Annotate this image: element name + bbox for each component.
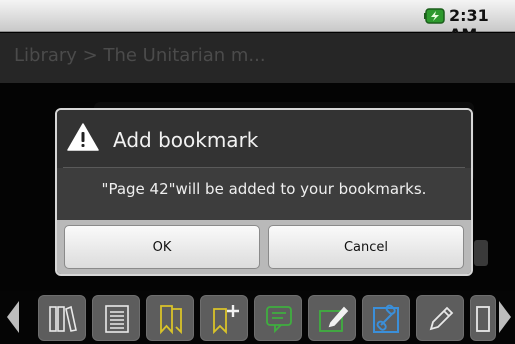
dialog-title: Add bookmark	[113, 128, 259, 152]
warning-icon	[67, 123, 99, 151]
bookmarks-icon	[160, 305, 182, 335]
pencil-button[interactable]	[416, 295, 464, 341]
dialog-header: Add bookmark	[57, 110, 471, 168]
title-bar: Library > The Unitarian m...	[0, 33, 515, 83]
add-bookmark-icon	[213, 305, 239, 335]
library-button[interactable]	[38, 295, 86, 341]
scroll-left-arrow-icon[interactable]	[6, 299, 20, 335]
edit-note-icon	[319, 306, 349, 332]
dialog-divider	[63, 167, 465, 168]
more-tools-button[interactable]	[470, 295, 496, 341]
ok-button[interactable]: OK	[64, 225, 260, 269]
scroll-right-arrow-icon[interactable]	[498, 299, 512, 335]
table-of-contents-button[interactable]	[92, 295, 140, 341]
note-icon	[266, 306, 292, 334]
breadcrumb[interactable]: Library > The Unitarian m...	[14, 45, 266, 66]
battery-charging-icon	[424, 8, 445, 24]
cancel-button[interactable]: Cancel	[268, 225, 464, 269]
dialog-message: "Page 42"will be added to your bookmarks…	[101, 180, 427, 198]
bottom-toolbar	[0, 291, 515, 344]
status-bar: 2:31 AM	[0, 0, 515, 44]
add-bookmark-button[interactable]	[200, 295, 248, 341]
bookmarks-button[interactable]	[146, 295, 194, 341]
link-button[interactable]	[362, 295, 410, 341]
table-of-contents-icon	[105, 305, 129, 333]
scroll-handle	[474, 240, 488, 266]
edit-note-button[interactable]	[308, 295, 356, 341]
library-icon	[49, 305, 77, 332]
pencil-icon	[429, 306, 454, 331]
add-bookmark-dialog: Add bookmark "Page 42"will be added to y…	[55, 108, 473, 276]
link-icon	[373, 304, 399, 333]
dialog-button-row: OK Cancel	[57, 220, 471, 274]
note-button[interactable]	[254, 295, 302, 341]
